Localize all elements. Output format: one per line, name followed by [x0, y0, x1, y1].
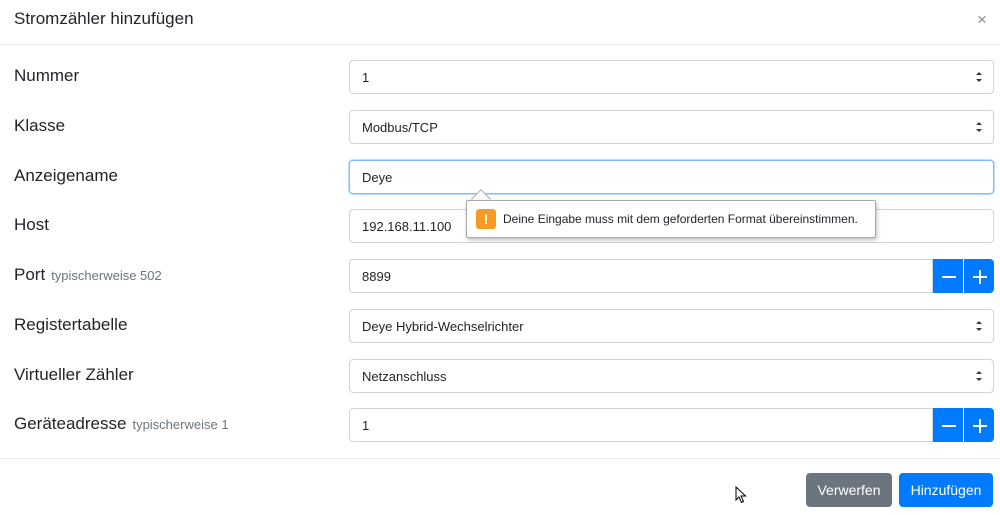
nummer-value: 1 — [362, 70, 370, 85]
geraeteadresse-increment-button[interactable] — [964, 408, 994, 442]
virtueller-zaehler-label: Virtueller Zähler — [14, 365, 134, 384]
port-hint: typischerweise 502 — [51, 268, 162, 283]
registertabelle-select[interactable]: Deye Hybrid-Wechselrichter — [349, 309, 994, 343]
minus-icon — [942, 276, 956, 278]
form-row-virtueller-zaehler: Virtueller Zähler Netzanschluss — [0, 359, 1000, 393]
form-row-port: Port typischerweise 502 8899 — [0, 259, 1000, 293]
nummer-select[interactable]: 1 — [349, 60, 994, 94]
dialog-header: Stromzähler hinzufügen × — [0, 0, 1000, 45]
geraeteadresse-decrement-button[interactable] — [933, 408, 963, 442]
minus-icon — [942, 425, 956, 427]
host-value: 192.168.11.100 — [362, 219, 452, 234]
dialog-footer: Verwerfen Hinzufügen — [0, 458, 1000, 515]
validation-tooltip: ! Deine Eingabe muss mit dem geforderten… — [466, 200, 876, 238]
geraeteadresse-input[interactable]: 1 — [349, 408, 933, 442]
geraeteadresse-label: Geräteadresse typischerweise 1 — [14, 414, 229, 434]
geraeteadresse-hint: typischerweise 1 — [132, 417, 229, 432]
port-increment-button[interactable] — [964, 259, 994, 293]
plus-icon — [973, 270, 987, 284]
port-decrement-button[interactable] — [933, 259, 963, 293]
form-row-anzeigename: Anzeigename Deye — [0, 160, 1000, 194]
port-input[interactable]: 8899 — [349, 259, 933, 293]
select-updown-icon — [976, 72, 982, 82]
cancel-button[interactable]: Verwerfen — [806, 473, 892, 507]
select-updown-icon — [976, 321, 982, 331]
dialog-title: Stromzähler hinzufügen — [14, 9, 194, 28]
form-row-klasse: Klasse Modbus/TCP — [0, 110, 1000, 144]
mouse-pointer-icon — [735, 486, 747, 504]
anzeigename-value: Deye — [362, 170, 393, 185]
port-value: 8899 — [362, 269, 391, 284]
geraeteadresse-value: 1 — [362, 418, 370, 433]
port-label: Port typischerweise 502 — [14, 265, 162, 285]
form-row-nummer: Nummer 1 — [0, 60, 1000, 94]
select-updown-icon — [976, 122, 982, 132]
geraeteadresse-label-text: Geräteadresse — [14, 414, 127, 433]
anzeigename-label: Anzeigename — [14, 166, 118, 185]
port-label-text: Port — [14, 265, 46, 284]
klasse-value: Modbus/TCP — [362, 120, 438, 135]
registertabelle-value: Deye Hybrid-Wechselrichter — [362, 319, 524, 334]
virtueller-zaehler-select[interactable]: Netzanschluss — [349, 359, 994, 393]
plus-icon — [973, 419, 987, 433]
host-label: Host — [14, 215, 49, 234]
close-icon[interactable]: × — [974, 11, 990, 28]
form-row-geraeteadresse: Geräteadresse typischerweise 1 1 — [0, 408, 1000, 442]
anzeigename-input[interactable]: Deye — [349, 160, 994, 194]
select-updown-icon — [976, 371, 982, 381]
form-row-registertabelle: Registertabelle Deye Hybrid-Wechselricht… — [0, 309, 1000, 343]
warning-icon: ! — [476, 209, 496, 229]
klasse-label: Klasse — [14, 116, 66, 135]
klasse-select[interactable]: Modbus/TCP — [349, 110, 994, 144]
nummer-label: Nummer — [14, 66, 80, 85]
virtueller-zaehler-value: Netzanschluss — [362, 369, 447, 384]
registertabelle-label: Registertabelle — [14, 315, 128, 334]
validation-message: Deine Eingabe muss mit dem geforderten F… — [503, 212, 858, 226]
submit-button[interactable]: Hinzufügen — [899, 473, 993, 507]
